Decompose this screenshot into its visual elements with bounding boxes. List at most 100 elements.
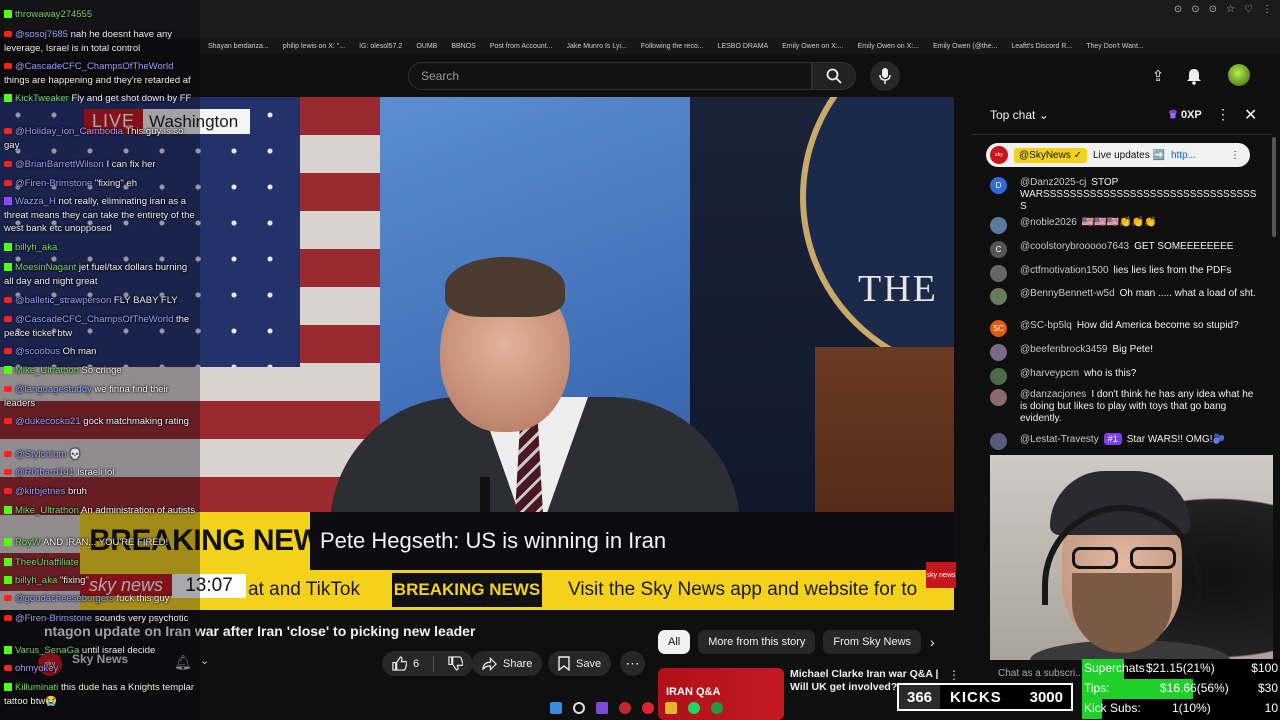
live-chat-author[interactable]: @Danz2025-cj	[1020, 177, 1086, 188]
chat-menu-icon[interactable]: ⋮	[1216, 106, 1230, 123]
chat-avatar[interactable]	[990, 344, 1007, 361]
chat-username[interactable]: Mike_Ultrathon	[15, 365, 79, 376]
pinned-link[interactable]: http...	[1171, 150, 1196, 161]
star-icon[interactable]: ☆	[1226, 4, 1235, 15]
chevron-right-icon[interactable]: ›	[930, 634, 935, 650]
live-chat-author[interactable]: @Lestat-Travesty	[1020, 434, 1099, 445]
live-chat-message[interactable]: @Lestat-Travesty #1 Star WARS!! OMG!🫐	[990, 433, 1256, 450]
bookmark-item[interactable]: Shayan berdariza...	[208, 43, 269, 50]
chat-username[interactable]: Mike_Ultrathon	[15, 505, 79, 516]
chat-username[interactable]: @languagestuddy	[15, 384, 92, 395]
extension-icon[interactable]: ⊙	[1191, 4, 1199, 15]
filter-chip[interactable]: More from this story	[698, 630, 816, 654]
bookmark-item[interactable]: They Don't Want...	[1086, 43, 1144, 50]
menu-dots-icon[interactable]: ⋮	[1262, 4, 1272, 15]
bookmark-item[interactable]: Emily Owen (@the...	[933, 43, 997, 50]
live-chat-message[interactable]: @danzacjones I don't think he has any ide…	[990, 389, 1256, 425]
like-button[interactable]: 6	[382, 651, 474, 676]
chat-username[interactable]: RoyW	[15, 537, 41, 548]
chat-username[interactable]: TheeUnaffiliate	[15, 557, 79, 568]
voice-search-button[interactable]	[870, 61, 900, 91]
chat-username[interactable]: throwaway274555	[15, 9, 92, 20]
chat-mode-dropdown[interactable]: Top chat ⌄	[990, 108, 1049, 122]
live-chat-author[interactable]: @ctfmotivation1500	[1020, 265, 1109, 276]
chat-username[interactable]: @CascadeCFC_ChampsOfTheWorld	[15, 314, 173, 325]
thumbs-down-icon[interactable]	[448, 656, 464, 671]
folder-icon[interactable]	[665, 702, 677, 714]
bookmark-item[interactable]: IG: olesol57.2	[359, 43, 402, 50]
pinned-menu-icon[interactable]: ⋮	[1230, 150, 1240, 161]
bookmark-item[interactable]: Emily Owen on X:...	[858, 43, 919, 50]
vertical-dots-icon[interactable]: ⋮	[948, 668, 960, 682]
account-avatar[interactable]	[1228, 64, 1250, 86]
live-chat-author[interactable]: @beefenbrock3459	[1020, 344, 1107, 355]
chat-avatar[interactable]	[990, 265, 1007, 282]
spotify-icon[interactable]	[688, 702, 700, 714]
search-input[interactable]	[409, 63, 811, 89]
chat-username[interactable]: billyh_aka	[15, 242, 57, 253]
chat-username[interactable]: @CascadeCFC_ChampsOfTheWorld	[15, 61, 173, 72]
browser-icon[interactable]	[642, 702, 654, 714]
live-chat-message[interactable]: @BennyBennett-w5d Oh man ..... what a loa…	[990, 288, 1256, 305]
live-chat-message[interactable]: C @coolstorybrooooo7643 GET SOMEEEEEEEE	[990, 241, 1256, 258]
chat-avatar[interactable]: D	[990, 177, 1007, 194]
filter-chip[interactable]: From Sky News	[823, 630, 922, 654]
share-button[interactable]: Share	[472, 651, 543, 676]
chat-username[interactable]: @Holiday_ion_Cambodia	[15, 126, 123, 137]
chat-username[interactable]: MoesinNagant	[15, 262, 76, 273]
bookmark-item[interactable]: Leaftt's Discord R...	[1011, 43, 1072, 50]
live-chat-author[interactable]: @SC-bp5lq	[1020, 320, 1072, 331]
chat-username[interactable]: @scoobus	[15, 346, 60, 357]
heart-icon[interactable]: ♡	[1244, 4, 1253, 15]
chat-username[interactable]: Wazza_H	[15, 196, 56, 207]
search-button[interactable]	[812, 62, 856, 90]
chat-avatar[interactable]	[990, 389, 1007, 406]
live-chat-author[interactable]: @BennyBennett-w5d	[1020, 288, 1115, 299]
chat-username[interactable]: ohmyokey	[15, 663, 58, 674]
chat-username[interactable]: @goudacheeseburgers	[15, 593, 114, 604]
live-chat-message[interactable]: SC @SC-bp5lq How did America become so stu…	[990, 320, 1256, 337]
live-chat-message[interactable]: @harveypcm who is this?	[990, 368, 1256, 385]
chat-username[interactable]: @balletic_strawperson	[15, 295, 111, 306]
chat-username[interactable]: @sosoj7685	[15, 29, 68, 40]
live-chat-message[interactable]: @ctfmotivation1500 lies lies lies from th…	[990, 265, 1256, 282]
notifications-bell-icon[interactable]	[1184, 66, 1204, 86]
bookmark-item[interactable]: Emily Owen on X:...	[782, 43, 843, 50]
chat-username[interactable]: @Stylonium	[15, 449, 66, 460]
chat-username[interactable]: Killuminati	[15, 682, 58, 693]
chat-username[interactable]: @Firen-Brimstone	[15, 178, 92, 189]
windows-start-icon[interactable]	[550, 702, 562, 714]
live-chat-message[interactable]: D @Danz2025-cj STOP WARSSSSSSSSSSSSSSSSSSS…	[990, 177, 1256, 213]
bookmark-item[interactable]: LESBO DRAMA	[718, 43, 769, 50]
chat-username[interactable]: @BrianBarrettWilson	[15, 159, 104, 170]
live-chat-author[interactable]: @danzacjones	[1020, 389, 1086, 400]
chat-username[interactable]: @Firen-Brimstone	[15, 613, 92, 624]
chat-avatar[interactable]	[990, 368, 1007, 385]
live-chat-author[interactable]: @coolstorybrooooo7643	[1020, 241, 1129, 252]
pinned-message[interactable]: sky @SkyNews ✓ Live updates ➡️ http... ⋮	[986, 143, 1250, 167]
obs-icon[interactable]	[619, 702, 631, 714]
chat-avatar[interactable]: SC	[990, 320, 1007, 337]
chat-avatar[interactable]	[990, 288, 1007, 305]
chat-input[interactable]: Chat as a subscri...	[998, 668, 1084, 679]
discord-icon[interactable]	[596, 702, 608, 714]
live-chat-message[interactable]: @noble2026 🇺🇸🇺🇸🇺🇸👏👏👏	[990, 217, 1256, 234]
chat-username[interactable]: @dukecocko21	[15, 416, 81, 427]
chat-username[interactable]: @kirbjetnes	[15, 486, 65, 497]
save-button[interactable]: Save	[548, 651, 612, 676]
more-actions-button[interactable]: ⋯	[620, 651, 645, 676]
bookmark-item[interactable]: Post from Account...	[490, 43, 553, 50]
live-chat-author[interactable]: @harveypcm	[1020, 368, 1079, 379]
chevron-down-icon[interactable]: ⌄	[200, 654, 209, 667]
chat-scrollbar[interactable]	[1272, 137, 1276, 237]
live-chat-message[interactable]: @beefenbrock3459 Big Pete!	[990, 344, 1256, 361]
filter-chip[interactable]: All	[658, 630, 691, 654]
bookmark-item[interactable]: Following the reco...	[641, 43, 704, 50]
extension-icon[interactable]: ⊙	[1209, 4, 1217, 15]
live-chat-author[interactable]: @noble2026	[1020, 217, 1077, 228]
chat-username[interactable]: billyh_aka	[15, 575, 57, 586]
chat-username[interactable]: @R0tbard141	[15, 467, 74, 478]
bookmark-item[interactable]: Jake Munro Is Lyi...	[566, 43, 626, 50]
chat-username[interactable]: Varus_SenaGa	[15, 645, 79, 656]
xp-counter[interactable]: ♛ 0XP	[1168, 108, 1202, 121]
